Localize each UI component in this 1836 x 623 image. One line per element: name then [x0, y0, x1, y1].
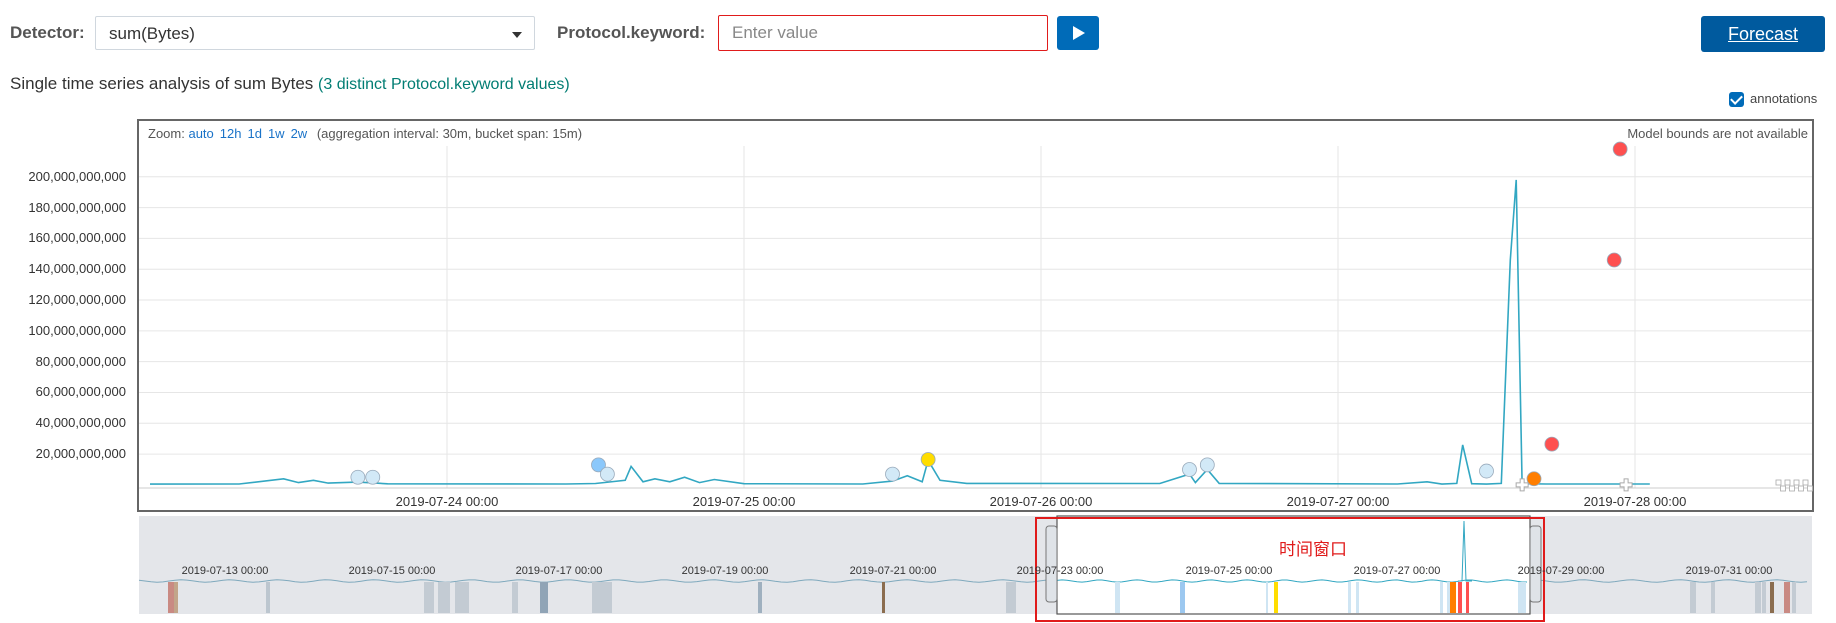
context-tick-label: 2019-07-15 00:00 — [348, 565, 436, 577]
context-anomaly-bar — [168, 582, 174, 613]
time-window-label: 时间窗口 — [1279, 540, 1347, 559]
context-anomaly-bar — [882, 582, 885, 613]
context-anomaly-bar — [1784, 582, 1790, 613]
context-tick-label: 2019-07-29 00:00 — [1517, 565, 1605, 577]
context-anomaly-bar — [438, 582, 450, 613]
window-anomaly-bar — [1266, 582, 1268, 613]
window-anomaly-bar — [1180, 582, 1185, 613]
context-tick-label: 2019-07-13 00:00 — [181, 565, 269, 577]
context-anomaly-bar — [540, 582, 548, 613]
context-anomaly-bar — [1755, 582, 1761, 613]
window-anomaly-bar — [1348, 582, 1351, 613]
context-anomaly-bar — [455, 582, 469, 613]
context-anomaly-bar — [1690, 582, 1696, 613]
context-tick-label: 2019-07-31 00:00 — [1685, 565, 1773, 577]
context-anomaly-bar — [1770, 582, 1774, 613]
window-anomaly-bar — [1518, 582, 1526, 613]
context-anomaly-bar — [1711, 582, 1715, 613]
window-anomaly-bar — [1356, 582, 1359, 613]
context-tick-label: 2019-07-25 00:00 — [1185, 565, 1273, 577]
context-anomaly-bar — [758, 582, 762, 613]
window-anomaly-bar — [1447, 582, 1450, 613]
window-handle-left — [1045, 525, 1058, 603]
context-anomaly-bar — [1792, 582, 1796, 613]
context-anomaly-bar — [266, 582, 270, 613]
context-tick-label: 2019-07-17 00:00 — [515, 565, 603, 577]
context-tick-label: 2019-07-27 00:00 — [1353, 565, 1441, 577]
context-anomaly-bar — [512, 582, 518, 613]
context-tick-label: 2019-07-21 00:00 — [849, 565, 937, 577]
context-tick-label: 2019-07-19 00:00 — [681, 565, 769, 577]
context-anomaly-bar — [174, 582, 178, 613]
window-anomaly-bar — [1440, 582, 1443, 613]
window-anomaly-bar — [1466, 582, 1469, 613]
window-handle-right — [1529, 525, 1542, 603]
context-anomaly-bar — [592, 582, 612, 613]
window-anomaly-bar — [1450, 582, 1456, 613]
context-anomaly-bar — [1006, 582, 1016, 613]
window-anomaly-bar — [1458, 582, 1462, 613]
context-anomaly-bar — [424, 582, 434, 613]
window-anomaly-bar — [1115, 582, 1120, 613]
context-tick-label: 2019-07-23 00:00 — [1016, 565, 1104, 577]
context-chart[interactable] — [0, 0, 1836, 623]
window-anomaly-bar — [1274, 582, 1278, 613]
context-anomaly-bar — [1762, 582, 1766, 613]
